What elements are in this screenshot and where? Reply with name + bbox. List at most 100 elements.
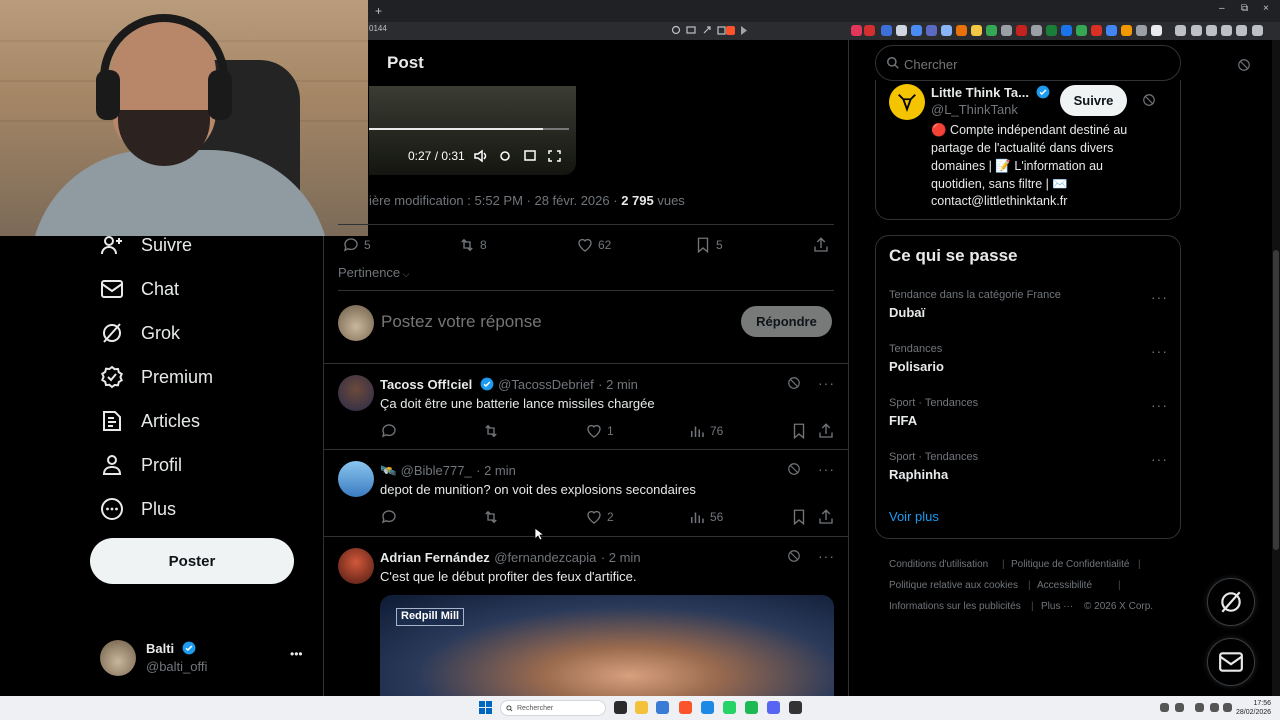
follow-card-handle[interactable]: @L_ThinkTank [931, 102, 1018, 117]
share-action[interactable] [812, 236, 834, 254]
trend-more-button[interactable]: ··· [1151, 451, 1168, 467]
follow-button[interactable]: Suivre [1060, 85, 1127, 116]
extension-icon[interactable] [911, 25, 922, 36]
extension-icon[interactable] [956, 25, 967, 36]
search-input[interactable] [904, 54, 1164, 74]
app-icon[interactable] [656, 701, 669, 714]
post-button[interactable]: Poster [90, 538, 294, 584]
leo-icon[interactable] [1221, 25, 1232, 36]
download-icon[interactable] [1175, 25, 1186, 36]
close-window-button[interactable]: × [1263, 3, 1269, 14]
extension-icon[interactable] [941, 25, 952, 36]
profile-icon[interactable] [1236, 25, 1247, 36]
extension-icon[interactable] [926, 25, 937, 36]
extension-icon[interactable] [881, 25, 892, 36]
repost-action[interactable] [482, 508, 504, 526]
extension-icon[interactable] [864, 25, 875, 36]
extension-icon[interactable] [1151, 25, 1162, 36]
reply-more-button[interactable]: ··· [818, 548, 835, 564]
taskbar-search[interactable]: Rechercher [500, 700, 606, 716]
maximize-button[interactable]: ⧉ [1241, 3, 1248, 14]
views-action[interactable]: 56 [688, 508, 723, 526]
reply-author-handle[interactable]: @TacossDebrief [498, 377, 594, 392]
extension-icon[interactable] [1091, 25, 1102, 36]
reply-author-handle[interactable]: @fernandezcapia [494, 550, 596, 565]
like-action[interactable]: 62 [576, 236, 611, 254]
reply-more-button[interactable]: ··· [818, 375, 835, 391]
nav-item-plus[interactable]: Plus [100, 494, 176, 524]
reply-action[interactable]: 5 [342, 236, 371, 254]
tray-icon[interactable] [1175, 703, 1184, 712]
wallet-icon[interactable] [1191, 25, 1202, 36]
address-bar[interactable]: 0144 [369, 24, 387, 33]
footer-link-ads[interactable]: Informations sur les publicités [889, 601, 1021, 612]
follow-card-bio-link[interactable]: contact@littlethinktank.fr [931, 194, 1067, 208]
whatsapp-icon[interactable] [723, 701, 736, 714]
bookmark-action[interactable]: 5 [694, 236, 723, 254]
block-icon[interactable] [1142, 93, 1156, 107]
share-action[interactable] [817, 422, 839, 440]
footer-link-accessibility[interactable]: Accessibilité [1037, 580, 1092, 591]
like-action[interactable]: 1 [585, 422, 614, 440]
sort-dropdown[interactable]: Pertinence ⌵ [338, 265, 409, 280]
new-tab-button[interactable]: + [375, 4, 382, 18]
footer-link-privacy[interactable]: Politique de Confidentialité [1011, 559, 1129, 570]
reply-input[interactable] [381, 310, 721, 334]
windows-start-icon[interactable] [479, 701, 492, 714]
extension-icon[interactable] [1031, 25, 1042, 36]
footer-link-terms[interactable]: Conditions d'utilisation [889, 559, 988, 570]
reply-more-button[interactable]: ··· [818, 461, 835, 477]
discord-icon[interactable] [767, 701, 780, 714]
obs-icon[interactable] [789, 701, 802, 714]
block-icon[interactable] [1237, 58, 1251, 72]
extension-icon[interactable] [1136, 25, 1147, 36]
app-icon[interactable] [701, 701, 714, 714]
sidebar-toggle-icon[interactable] [1206, 25, 1217, 36]
repost-action[interactable]: 8 [458, 236, 487, 254]
trend-more-button[interactable]: ··· [1151, 343, 1168, 359]
reply-time[interactable]: · 2 min [601, 550, 641, 565]
taskbar-clock[interactable]: 17:56 28/02/2026 [1236, 699, 1271, 717]
brave-browser-icon[interactable] [679, 701, 692, 714]
reply-author-name[interactable]: 🛰️ [380, 463, 396, 478]
bookmark-action[interactable] [790, 508, 812, 526]
reply-time[interactable]: · 2 min [476, 463, 516, 478]
extension-icon[interactable] [1001, 25, 1012, 36]
nav-item-grok[interactable]: Grok [100, 318, 180, 348]
extension-icon[interactable] [896, 25, 907, 36]
extension-icon[interactable] [1121, 25, 1132, 36]
reply-author-handle[interactable]: @Bible777_ [401, 463, 472, 478]
follow-card-name[interactable]: Little Think Ta... [931, 85, 1029, 100]
spotify-icon[interactable] [745, 701, 758, 714]
account-switcher[interactable]: Balti @balti_offi ••• [100, 638, 310, 678]
reply-button[interactable]: Répondre [741, 306, 832, 337]
reply-time[interactable]: · 2 min [598, 377, 638, 392]
nav-item-profil[interactable]: Profil [100, 450, 182, 480]
nav-item-articles[interactable]: Articles [100, 406, 200, 436]
tray-icon[interactable] [1160, 703, 1169, 712]
extension-icon[interactable] [1046, 25, 1057, 36]
extension-icon[interactable] [1016, 25, 1027, 36]
block-icon[interactable] [787, 376, 801, 390]
trend-more-button[interactable]: ··· [1151, 289, 1168, 305]
views-action[interactable]: 76 [688, 422, 723, 440]
nav-item-suivre[interactable]: Suivre [100, 230, 192, 260]
avatar[interactable] [889, 84, 925, 120]
reply-author-name[interactable]: Adrian Fernández [380, 550, 490, 565]
grok-fab-button[interactable] [1207, 578, 1255, 626]
extension-icon[interactable] [1106, 25, 1117, 36]
like-action[interactable]: 2 [585, 508, 614, 526]
scrollbar-thumb[interactable] [1273, 250, 1279, 550]
bookmark-action[interactable] [790, 422, 812, 440]
footer-link-more[interactable]: Plus ··· [1041, 601, 1073, 612]
file-explorer-icon[interactable] [635, 701, 648, 714]
wifi-icon[interactable] [1195, 703, 1204, 712]
account-more-button[interactable]: ••• [290, 647, 303, 661]
trend-more-button[interactable]: ··· [1151, 397, 1168, 413]
task-view-icon[interactable] [614, 701, 627, 714]
minimize-button[interactable]: – [1219, 3, 1225, 14]
footer-link-cookies[interactable]: Politique relative aux cookies [889, 580, 1018, 591]
block-icon[interactable] [787, 549, 801, 563]
nav-item-premium[interactable]: Premium [100, 362, 213, 392]
nav-item-chat[interactable]: Chat [100, 274, 179, 304]
